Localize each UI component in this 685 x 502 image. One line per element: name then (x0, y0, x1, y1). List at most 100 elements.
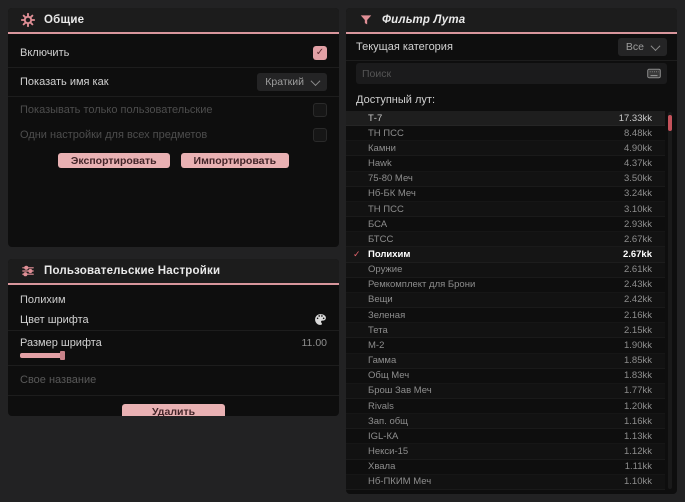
loot-item[interactable]: ТН ПСС 3.10kk (346, 201, 665, 218)
same-settings-label: Одни настройки для всех предметов (20, 128, 208, 141)
general-panel-body: Включить ✓ Показать имя как Краткий Пока… (8, 34, 339, 176)
loot-item[interactable]: Т-7 17.33kk (346, 111, 665, 127)
loot-item[interactable]: ✓ Полихим 2.67kk (346, 247, 665, 263)
loot-item-name: Hawk (368, 158, 392, 170)
loot-item[interactable]: Брош Зав Меч 1.77kk (346, 383, 665, 399)
loot-item-name: Некси-15 (368, 446, 409, 458)
font-color-row[interactable]: Цвет шрифта (8, 309, 339, 331)
loot-item-name: Брош Зав Меч (368, 385, 432, 397)
loot-item[interactable]: 75-80 Меч 3.50kk (346, 171, 665, 187)
loot-list: Т-7 17.33kk ТН ПСС 8.48kk Камни 4.90kk Hawk 4.3… (346, 111, 665, 490)
loot-list-wrap: Т-7 17.33kk ТН ПСС 8.48kk Камни 4.90kk Hawk 4.3… (346, 111, 674, 490)
loot-item-name: Вещи (368, 294, 393, 306)
loot-item-name: Нб-ПКИМ Меч (368, 476, 432, 488)
show-name-dropdown-value: Краткий (265, 76, 304, 88)
loot-item-value: 3.24kk (624, 188, 652, 200)
loot-item[interactable]: Hawk 4.37kk (346, 156, 665, 171)
category-dropdown[interactable]: Все (617, 38, 667, 56)
only-custom-row: Показывать только пользовательские (8, 97, 339, 122)
font-size-slider[interactable] (20, 351, 327, 360)
custom-settings-panel-body: Полихим Цвет шрифта Размер шрифта 11.00 … (8, 285, 339, 416)
slider-handle[interactable] (60, 351, 65, 360)
loot-item-value: 4.90kk (624, 142, 652, 154)
only-custom-checkbox[interactable] (313, 102, 327, 117)
loot-item[interactable]: Rivals 1.20kk (346, 399, 665, 414)
loot-item-value: 1.85kk (624, 355, 652, 367)
loot-item-name: Оружие (368, 264, 403, 276)
export-button[interactable]: Экспортировать (57, 153, 170, 168)
loot-item[interactable]: БСА 2.93kk (346, 217, 665, 232)
loot-item-name: М-2 (368, 339, 385, 351)
loot-item[interactable]: Гамма 1.85kk (346, 353, 665, 369)
loot-item-value: 2.61kk (624, 264, 652, 276)
loot-item[interactable]: Вещи 2.42kk (346, 292, 665, 309)
show-name-row: Показать имя как Краткий (8, 68, 339, 97)
loot-item[interactable]: ТН ПСС 8.48kk (346, 126, 665, 141)
loot-filter-panel-header: Фильтр Лута (346, 8, 677, 34)
loot-item-value: 3.50kk (624, 173, 652, 185)
delete-row: Удалить (8, 396, 339, 416)
loot-item-value: 17.33kk (618, 112, 652, 124)
show-name-dropdown[interactable]: Краткий (257, 73, 327, 91)
search-input[interactable] (362, 67, 647, 80)
loot-item-name: Камни (368, 142, 396, 154)
loot-item[interactable]: Некси-15 1.12kk (346, 444, 665, 460)
loot-item[interactable]: Нб-БК Меч 3.24kk (346, 187, 665, 202)
loot-item[interactable]: Ремкомплект для Брони 2.43kk (346, 278, 665, 293)
loot-item-name: Ремкомплект для Брони (368, 279, 476, 291)
loot-item[interactable]: Хвала 1.11kk (346, 460, 665, 475)
loot-item-value: 1.90kk (624, 339, 652, 351)
same-settings-row: Одни настройки для всех предметов (8, 122, 339, 147)
import-button[interactable]: Импортировать (180, 153, 290, 168)
loot-filter-panel-title: Фильтр Лута (382, 14, 466, 26)
loot-item-name: IGL-КА (368, 430, 399, 442)
loot-item-name: Тета (368, 324, 388, 336)
loot-item[interactable]: Нб-ПКИМ Меч 1.10kk (346, 474, 665, 490)
loot-item-value: 8.48kk (624, 127, 652, 139)
search-bar (356, 63, 667, 84)
loot-item-value: 4.37kk (624, 158, 652, 170)
loot-item-value: 1.13kk (624, 430, 652, 442)
loot-item-value: 1.10kk (624, 476, 652, 488)
right-column: Фильтр Лута Текущая категория Все Доступ… (346, 8, 677, 494)
loot-item-value: 2.93kk (624, 218, 652, 230)
gear-icon (21, 13, 35, 27)
custom-settings-panel-header: Пользовательские Настройки (8, 259, 339, 285)
loot-item[interactable]: Камни 4.90kk (346, 141, 665, 157)
loot-item[interactable]: Оружие 2.61kk (346, 262, 665, 278)
font-size-slider-row (8, 351, 339, 366)
loot-item[interactable]: БТСС 2.67kk (346, 232, 665, 248)
loot-item[interactable]: Зап. общ 1.16kk (346, 414, 665, 430)
loot-item-value: 3.10kk (624, 203, 652, 215)
keyboard-icon[interactable] (647, 68, 661, 79)
delete-button[interactable]: Удалить (121, 404, 226, 416)
scrollbar-thumb[interactable] (668, 115, 672, 131)
custom-name-input[interactable]: Свое название (8, 366, 339, 396)
loot-item[interactable]: Общ Меч 1.83kk (346, 369, 665, 384)
selected-item-name: Полихим (20, 294, 66, 306)
enable-checkbox[interactable]: ✓ (313, 46, 327, 60)
loot-item-name: Нб-БК Меч (368, 188, 416, 200)
loot-item-name: Гамма (368, 355, 397, 367)
export-import-row: Экспортировать Импортировать (8, 147, 339, 176)
loot-item[interactable]: Тета 2.15kk (346, 323, 665, 339)
loot-item-name: ТН ПСС (368, 203, 404, 215)
loot-item[interactable]: Зеленая 2.16kk (346, 308, 665, 323)
general-panel: Общие Включить ✓ Показать имя как Кратки… (8, 8, 339, 247)
loot-item-value: 1.20kk (624, 400, 652, 412)
loot-item-value: 1.83kk (624, 370, 652, 382)
loot-item-value: 1.11kk (624, 461, 652, 473)
palette-icon[interactable] (314, 313, 327, 326)
custom-settings-panel-title: Пользовательские Настройки (44, 265, 221, 277)
chevron-down-icon (310, 75, 321, 86)
category-label: Текущая категория (356, 41, 453, 53)
category-row: Текущая категория Все (346, 34, 677, 61)
same-settings-checkbox[interactable] (313, 127, 327, 142)
loot-item-value: 2.16kk (624, 309, 652, 321)
loot-item[interactable]: IGL-КА 1.13kk (346, 429, 665, 444)
scrollbar[interactable] (668, 112, 672, 489)
loot-item-name: 75-80 Меч (368, 173, 413, 185)
font-size-row: Размер шрифта 11.00 (8, 331, 339, 351)
loot-item[interactable]: М-2 1.90kk (346, 338, 665, 353)
loot-item-value: 2.67kk (622, 248, 652, 260)
